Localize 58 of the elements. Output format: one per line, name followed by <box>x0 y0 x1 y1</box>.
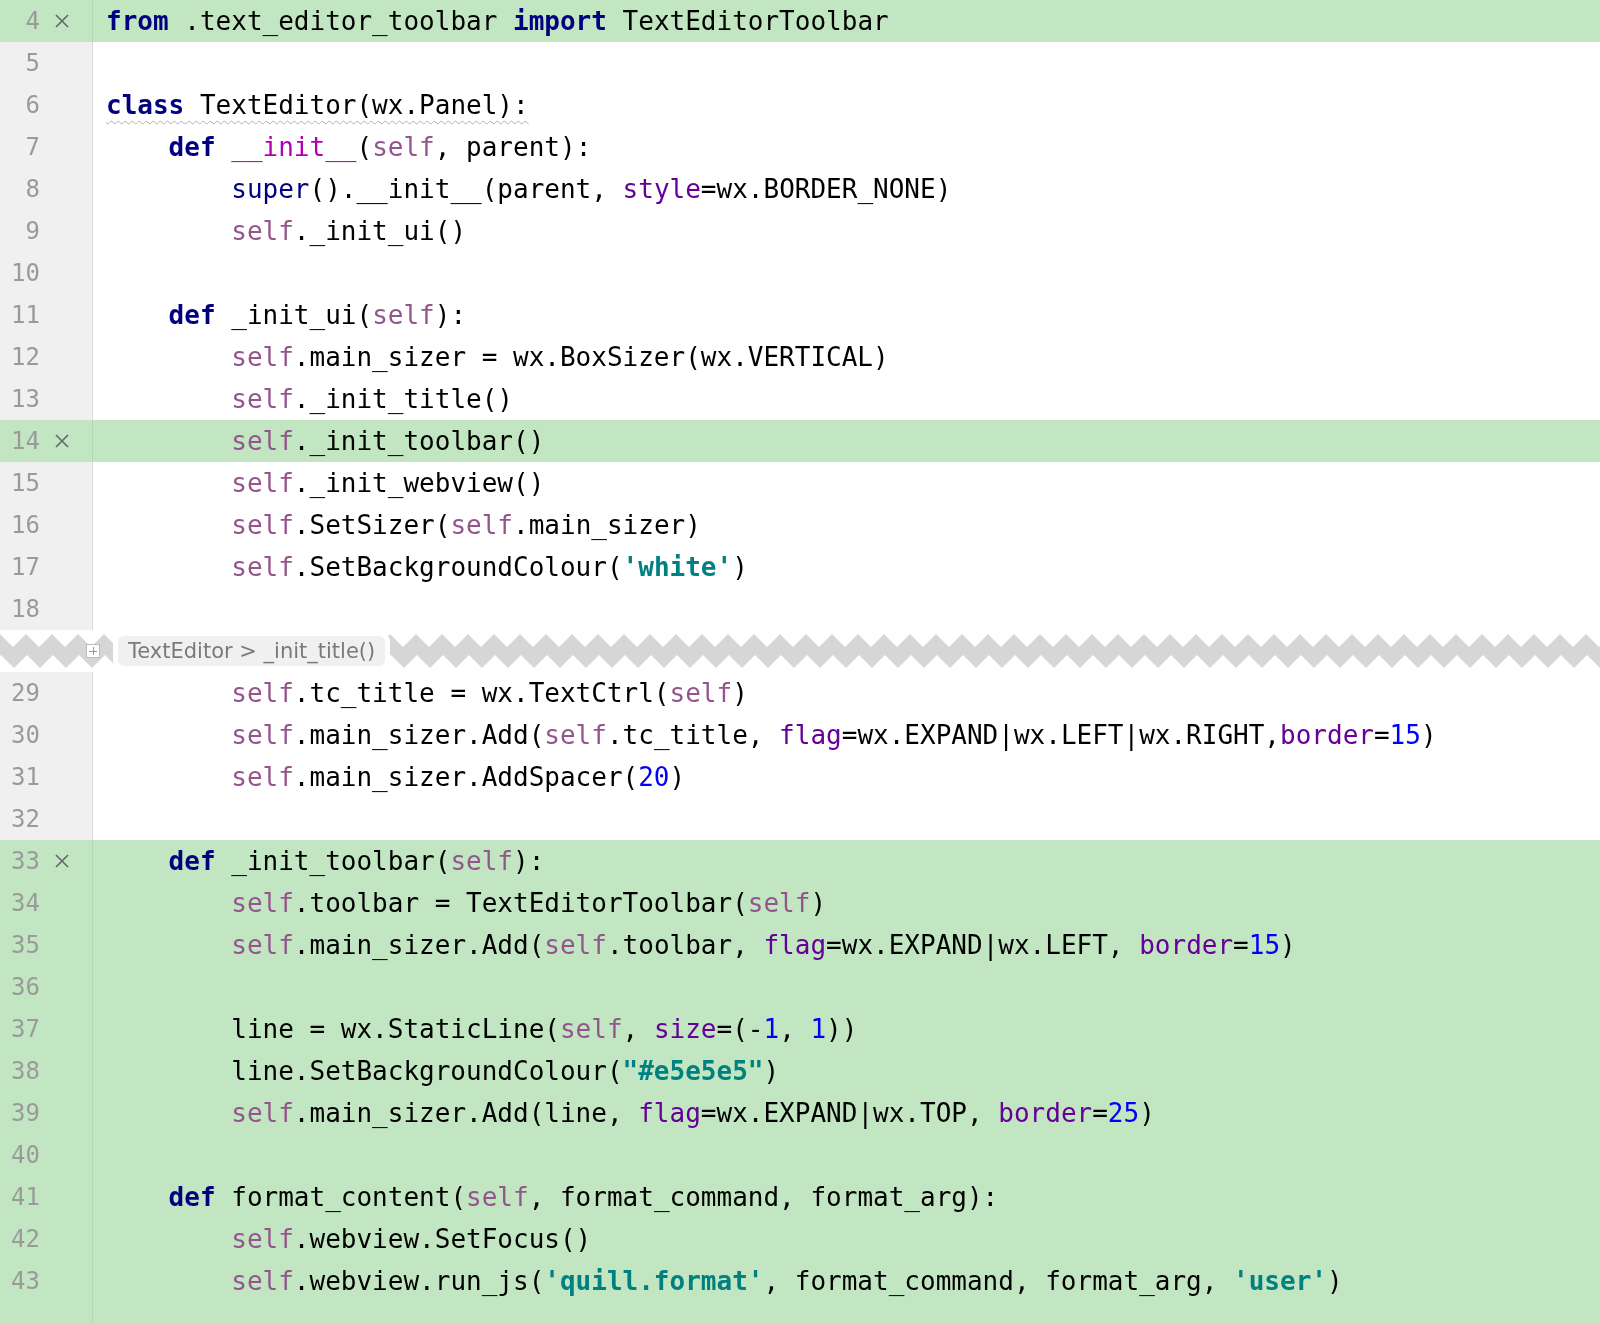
line-number: 7 <box>24 133 40 161</box>
line-number: 14 <box>10 427 40 455</box>
code-line: self._init_toolbar() <box>230 426 545 456</box>
code-line: self.main_sizer.Add(self.toolbar, flag=wx.EXPAND|wx.LEFT, border=15) <box>230 930 1296 960</box>
line-number: 11 <box>10 301 40 329</box>
line-number: 18 <box>10 595 40 623</box>
line-number: 39 <box>10 1099 40 1127</box>
code-line: self.tc_title = wx.TextCtrl(self) <box>230 678 748 708</box>
line-number: 35 <box>10 931 40 959</box>
line-number: 16 <box>10 511 40 539</box>
line-number: 32 <box>10 805 40 833</box>
line-number: 4 <box>24 7 40 35</box>
line-number: 17 <box>10 553 40 581</box>
line-number: 13 <box>10 385 40 413</box>
cross-icon[interactable] <box>54 853 72 869</box>
line-number: 37 <box>10 1015 40 1043</box>
line-number: 10 <box>10 259 40 287</box>
line-number: 33 <box>10 847 40 875</box>
cross-icon[interactable] <box>54 13 72 29</box>
line-number: 31 <box>10 763 40 791</box>
code-line: self.webview.run_js('quill.format', format_command, format_arg, 'user') <box>230 1266 1343 1296</box>
line-number: 9 <box>24 217 40 245</box>
line-number: 38 <box>10 1057 40 1085</box>
code-line: def _init_toolbar(self): <box>167 846 545 876</box>
code-line: self._init_ui() <box>230 216 467 246</box>
code-line: self.SetBackgroundColour('white') <box>230 552 748 582</box>
code-line: self.toolbar = TextEditorToolbar(self) <box>230 888 827 918</box>
expand-icon[interactable] <box>86 644 100 658</box>
line-number: 34 <box>10 889 40 917</box>
code-line: def format_content(self, format_command, format_arg): <box>167 1182 999 1212</box>
line-number: 36 <box>10 973 40 1001</box>
line-number: 29 <box>10 679 40 707</box>
code-line: class TextEditor(wx.Panel): <box>106 90 529 120</box>
line-number: 41 <box>10 1183 40 1211</box>
line-number: 12 <box>10 343 40 371</box>
code-line: self.main_sizer.AddSpacer(20) <box>230 762 686 792</box>
cross-icon[interactable] <box>54 433 72 449</box>
code-line: from .text_editor_toolbar import TextEditorToolbar <box>106 6 889 36</box>
line-number: 42 <box>10 1225 40 1253</box>
line-number: 40 <box>10 1141 40 1169</box>
line-number: 15 <box>10 469 40 497</box>
code-line: self.webview.SetFocus() <box>230 1224 592 1254</box>
code-line: self._init_title() <box>230 384 513 414</box>
code-line: super().__init__(parent, style=wx.BORDER_NONE) <box>230 174 952 204</box>
line-number: 5 <box>24 49 40 77</box>
code-line: def _init_ui(self): <box>167 300 467 330</box>
code-line: self.main_sizer.Add(line, flag=wx.EXPAND|wx.TOP, border=25) <box>230 1098 1155 1128</box>
line-number: 6 <box>24 91 40 119</box>
code-line: line.SetBackgroundColour("#e5e5e5") <box>230 1056 780 1086</box>
code-line: self._init_webview() <box>230 468 545 498</box>
line-number: 8 <box>24 175 40 203</box>
code-line: self.SetSizer(self.main_sizer) <box>230 510 701 540</box>
code-line: self.main_sizer.Add(self.tc_title, flag=wx.EXPAND|wx.LEFT|wx.RIGHT,border=15) <box>230 720 1437 750</box>
code-line: line = wx.StaticLine(self, size=(-1, 1)) <box>230 1014 858 1044</box>
code-line: self.main_sizer = wx.BoxSizer(wx.VERTICAL) <box>230 342 889 372</box>
code-line: def __init__(self, parent): <box>167 132 592 162</box>
line-number: 43 <box>10 1267 40 1295</box>
line-number: 30 <box>10 721 40 749</box>
